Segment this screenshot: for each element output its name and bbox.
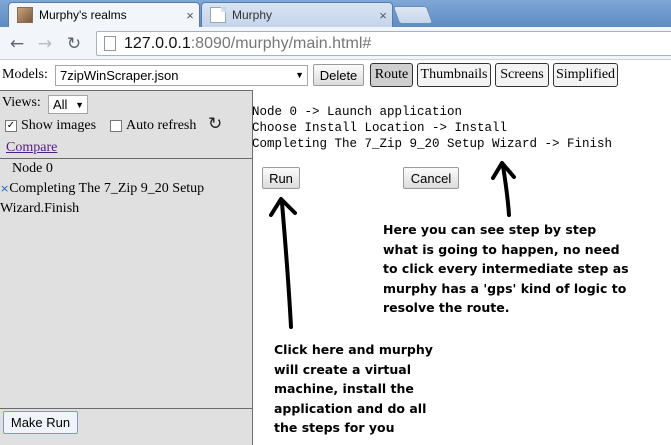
arrow-to-run-shaft [280, 201, 293, 329]
arrow-to-route-shaft [501, 164, 511, 217]
annotation-step-by-step: Here you can see step by step what is go… [383, 222, 629, 315]
annotation-click-here: Click here and murphy will create a virt… [274, 342, 433, 435]
